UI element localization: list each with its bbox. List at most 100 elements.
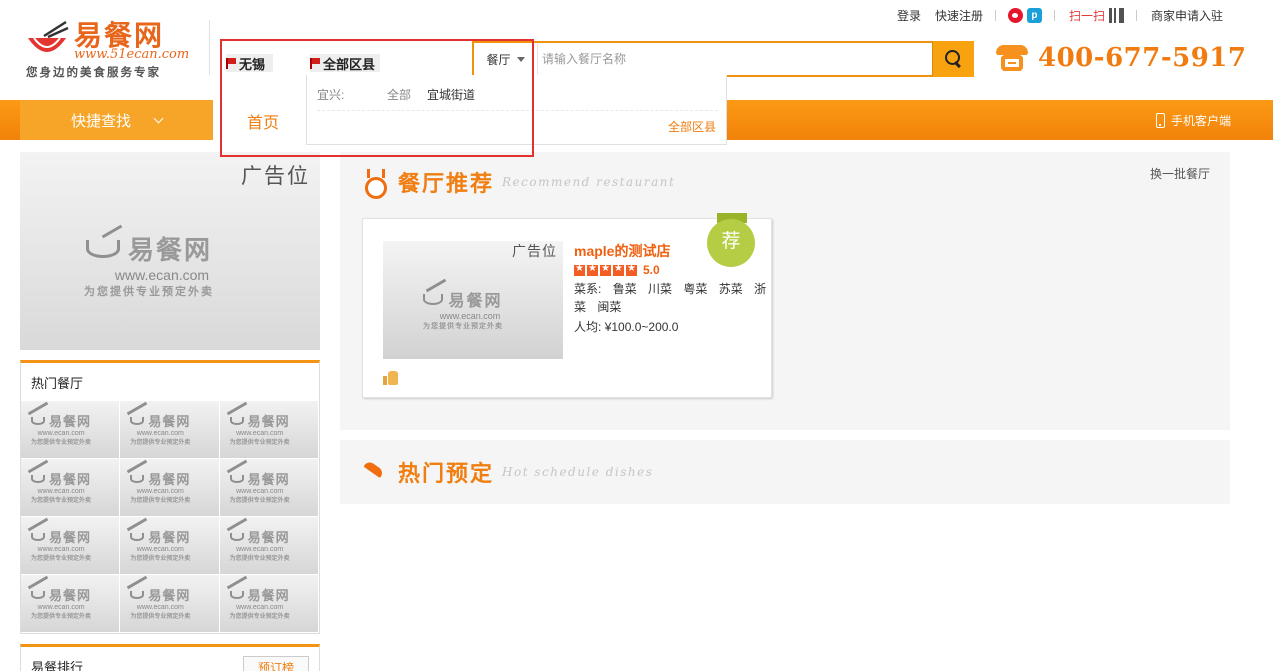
register-link[interactable]: 快速注册	[935, 7, 983, 24]
watermark-url: www.ecan.com	[236, 430, 284, 437]
bowl-icon	[229, 590, 244, 599]
ranking-title: 易餐排行	[31, 660, 84, 671]
watermark-slogan: 为您提供专业预定外卖	[84, 286, 214, 298]
hot-restaurant-tile[interactable]: 易餐网 www.ecan.com 为您提供专业预定外卖	[120, 459, 220, 517]
cuisine-tag: 粤菜	[683, 282, 708, 296]
search-input[interactable]	[542, 48, 922, 70]
top-links: 登录 快速注册 p 扫一扫 商家申请入驻	[883, 6, 1223, 24]
recommend-subtitle: Recommend restaurant	[502, 175, 676, 189]
watermark-slogan: 为您提供专业预定外卖	[130, 498, 191, 504]
tencent-weibo-icon[interactable]: p	[1026, 7, 1042, 23]
watermark-name: 易餐网	[127, 235, 212, 265]
bowl-icon	[130, 532, 145, 541]
district-area-label: 宜兴:	[317, 88, 345, 102]
logo-divider	[209, 20, 210, 75]
watermark-slogan: 为您提供专业预定外卖	[229, 556, 290, 562]
hot-restaurant-tile[interactable]: 易餐网 www.ecan.com 为您提供专业预定外卖	[21, 401, 121, 459]
logo-url: www.51ecan.com	[74, 47, 190, 62]
watermark-name: 易餐网	[49, 530, 92, 545]
brand-watermark: 易餐网 www.ecan.com 为您提供专业预定外卖	[229, 411, 290, 446]
divider	[994, 9, 996, 21]
district-selector[interactable]: 全部区县	[310, 54, 381, 72]
star-icon	[600, 263, 611, 276]
cuisine-tag: 闽菜	[597, 300, 622, 314]
brand-watermark: 易餐网 www.ecan.com 为您提供专业预定外卖	[130, 585, 190, 620]
restaurant-card[interactable]: 广告位 易餐网 www.ecan.com 为您提供专业预定外卖 maple的测试…	[362, 213, 772, 398]
watermark-slogan: 为您提供专业预定外卖	[31, 498, 92, 504]
brand-watermark: 易餐网 www.ecan.com 为您提供专业预定外卖	[31, 469, 91, 504]
district-name: 全部区县	[323, 56, 376, 72]
hot-restaurant-tile[interactable]: 易餐网 www.ecan.com 为您提供专业预定外卖	[219, 401, 319, 459]
sidebar-ad[interactable]: 广告位 易餐网 www.ecan.com 为您提供专业预定外卖	[20, 152, 320, 350]
watermark-slogan: 为您提供专业预定外卖	[130, 614, 191, 620]
nav-home-tab[interactable]: 首页	[213, 100, 313, 141]
scan-link[interactable]: 扫一扫	[1069, 7, 1105, 24]
ad-label: 广告位	[512, 243, 557, 259]
quick-find-menu[interactable]: 快捷查找	[20, 100, 213, 140]
watermark-name: 易餐网	[148, 588, 191, 603]
watermark-url: www.ecan.com	[37, 430, 85, 437]
hot-restaurant-tile[interactable]: 易餐网 www.ecan.com 为您提供专业预定外卖	[120, 575, 220, 633]
merchant-apply-link[interactable]: 商家申请入驻	[1151, 7, 1223, 24]
all-districts-link[interactable]: 全部区县	[668, 118, 716, 135]
weibo-icon[interactable]	[1007, 7, 1023, 23]
city-selector[interactable]: 无锡	[226, 54, 274, 72]
login-link[interactable]: 登录	[897, 7, 921, 24]
hot-restaurants-title: 热门餐厅	[31, 376, 84, 391]
watermark-slogan: 为您提供专业预定外卖	[130, 440, 191, 446]
watermark-url: www.ecan.com	[37, 604, 85, 611]
bowl-icon	[31, 590, 45, 599]
brand-watermark: 易餐网 www.ecan.com 为您提供专业预定外卖	[31, 585, 91, 620]
watermark-url: www.ecan.com	[37, 488, 85, 495]
watermark-slogan: 为您提供专业预定外卖	[229, 498, 290, 504]
hot-restaurant-tile[interactable]: 易餐网 www.ecan.com 为您提供专业预定外卖	[120, 401, 220, 459]
refresh-restaurants-link[interactable]: 换一批餐厅	[1150, 165, 1210, 182]
search-type-label: 餐厅	[486, 52, 511, 67]
avg-price-value: ¥100.0~200.0	[604, 320, 679, 334]
search-type-select[interactable]: 餐厅	[474, 43, 538, 75]
watermark-name: 易餐网	[247, 588, 290, 603]
hot-restaurant-tile[interactable]: 易餐网 www.ecan.com 为您提供专业预定外卖	[21, 459, 121, 517]
section-header: 餐厅推荐 Recommend restaurant	[362, 166, 676, 199]
booking-rank-button[interactable]: 预订榜	[243, 656, 309, 671]
bowl-icon	[31, 532, 45, 541]
brand-watermark: 易餐网 www.ecan.com 为您提供专业预定外卖	[31, 411, 91, 446]
hot-restaurant-tile[interactable]: 易餐网 www.ecan.com 为您提供专业预定外卖	[219, 517, 319, 575]
hot-restaurant-tile[interactable]: 易餐网 www.ecan.com 为您提供专业预定外卖	[21, 517, 121, 575]
hot-booking-section: 热门预定 Hot schedule dishes	[340, 440, 1230, 504]
district-all-option[interactable]: 全部	[387, 86, 427, 103]
bowl-icon	[130, 590, 145, 599]
restaurant-name[interactable]: maple的测试店	[574, 241, 670, 261]
logo-slogan: 您身边的美食服务专家	[26, 67, 161, 79]
site-logo[interactable]: 易餐网 www.51ecan.com 您身边的美食服务专家	[24, 14, 199, 84]
city-name: 无锡	[239, 56, 266, 72]
hot-restaurant-tile[interactable]: 易餐网 www.ecan.com 为您提供专业预定外卖	[219, 575, 319, 633]
hot-restaurant-tile[interactable]: 易餐网 www.ecan.com 为您提供专业预定外卖	[219, 459, 319, 517]
bowl-icon	[85, 239, 120, 258]
brand-watermark: 易餐网 www.ecan.com 为您提供专业预定外卖	[84, 230, 214, 299]
recommend-badge: 荐	[707, 213, 757, 271]
bowl-icon	[130, 416, 145, 425]
mobile-client-link[interactable]: 手机客户端	[1155, 100, 1231, 140]
search-button[interactable]	[932, 41, 974, 77]
cuisine-tag: 苏菜	[718, 282, 743, 296]
mobile-phone-icon	[1155, 112, 1165, 128]
qr-code-icon[interactable]	[1108, 7, 1124, 23]
hot-restaurant-tile[interactable]: 易餐网 www.ecan.com 为您提供专业预定外卖	[21, 575, 121, 633]
hot-restaurant-tile[interactable]: 易餐网 www.ecan.com 为您提供专业预定外卖	[120, 517, 220, 575]
watermark-url: www.ecan.com	[236, 546, 284, 553]
restaurant-image[interactable]: 广告位 易餐网 www.ecan.com 为您提供专业预定外卖	[383, 241, 563, 359]
thumbs-up-icon[interactable]	[383, 371, 399, 385]
section-header: 热门预定 Hot schedule dishes	[362, 456, 653, 488]
cuisine-tag: 川菜	[648, 282, 673, 296]
district-street-option[interactable]: 宜城街道	[427, 86, 475, 103]
cuisine-label: 菜系:	[574, 282, 602, 296]
bowl-icon	[229, 416, 244, 425]
search-bar: 餐厅	[472, 41, 974, 77]
watermark-slogan: 为您提供专业预定外卖	[130, 556, 191, 562]
district-dropdown: 宜兴: 全部 宜城街道 全部区县	[306, 75, 727, 145]
bowl-icon	[229, 532, 244, 541]
watermark-name: 易餐网	[247, 472, 290, 487]
watermark-name: 易餐网	[49, 472, 92, 487]
bowl-icon	[423, 293, 444, 305]
